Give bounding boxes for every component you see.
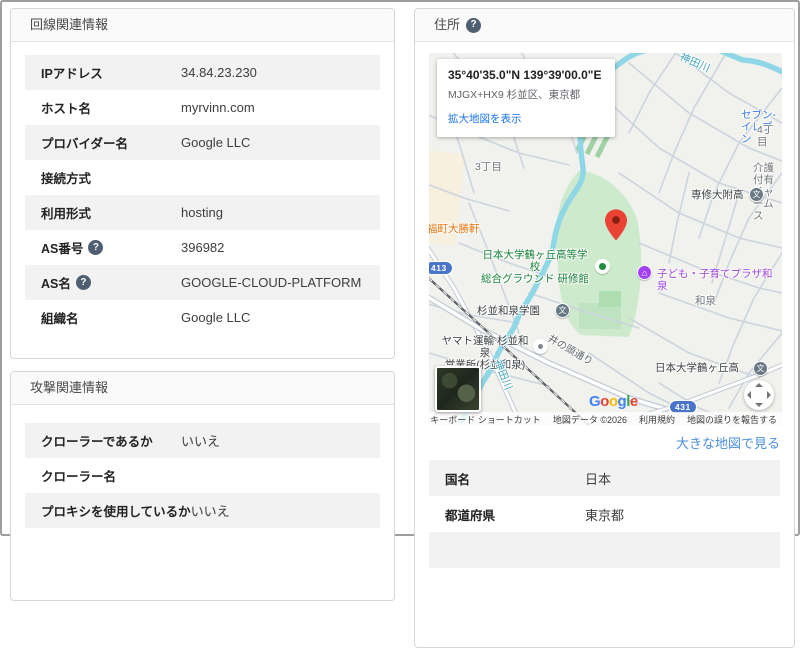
- view-larger-map-link[interactable]: 大きな地図で見る: [429, 433, 780, 452]
- map-label-nichidai-high: 日本大学鶴ヶ丘高: [655, 362, 739, 374]
- pan-right-icon[interactable]: [767, 391, 771, 399]
- prefecture-value: 東京都: [585, 505, 624, 524]
- table-row: 国名 日本: [429, 460, 780, 496]
- row-label: IPアドレス: [41, 63, 103, 82]
- table-row: 接続方式: [25, 160, 380, 195]
- table-row: IPアドレス 34.84.23.230: [25, 55, 380, 90]
- usage-type-value: hosting: [181, 205, 223, 220]
- help-icon[interactable]: ?: [466, 18, 481, 33]
- row-label: 接続方式: [41, 168, 91, 187]
- report-error-link[interactable]: 地図の誤りを報告する: [687, 413, 777, 426]
- table-row: 利用形式 hosting: [25, 195, 380, 230]
- country-value: 日本: [585, 469, 611, 488]
- row-label: プロキシを使用しているか: [41, 501, 191, 520]
- route-badge-413: 413: [429, 261, 453, 275]
- map-label-izumi: 和泉: [695, 295, 716, 307]
- row-label: 国名: [445, 469, 470, 488]
- table-row: 都道府県 東京都: [429, 496, 780, 532]
- is-crawler-value: いいえ: [181, 431, 220, 450]
- attack-info-table: クローラーであるか いいえ クローラー名 プロキシを使用しているか いいえ: [11, 405, 394, 528]
- row-label: プロバイダー名: [41, 133, 128, 152]
- address-panel: 住所 ?: [414, 8, 795, 648]
- pan-left-icon[interactable]: [747, 391, 751, 399]
- attack-info-panel: 攻撃関連情報 クローラーであるか いいえ クローラー名 プロキシを使用しているか…: [10, 371, 395, 601]
- row-label: ホスト名: [41, 98, 91, 117]
- map-attribution-bar: キーボード ショートカット 地図データ ©2026 利用規約 地図の誤りを報告す…: [429, 412, 782, 426]
- provider-value: Google LLC: [181, 135, 250, 150]
- google-map[interactable]: 神田川 セブン-イレブン 4丁目 3丁目 介護付有 チャームス 専修大附高 文 …: [429, 53, 782, 426]
- row-label: クローラー名: [41, 466, 116, 485]
- pan-control[interactable]: [744, 380, 774, 410]
- terms-link[interactable]: 利用規約: [639, 413, 675, 426]
- school-icon: 文: [753, 361, 768, 376]
- table-row: AS番号 ? 396982: [25, 230, 380, 265]
- map-label-3chome: 3丁目: [475, 161, 502, 173]
- uses-proxy-value: いいえ: [191, 501, 230, 520]
- map-label-suginami-izumi-gakuen: 杉並和泉学園: [477, 305, 540, 317]
- table-row: プロキシを使用しているか いいえ: [25, 493, 380, 528]
- plus-code-text: MJGX+HX9 杉並区、東京都: [448, 87, 604, 102]
- table-row: プロバイダー名 Google LLC: [25, 125, 380, 160]
- map-info-card: 35°40'35.0"N 139°39'00.0"E MJGX+HX9 杉並区、…: [437, 59, 615, 137]
- line-info-panel: 回線関連情報 IPアドレス 34.84.23.230 ホスト名 myrvinn.…: [10, 8, 395, 359]
- panel-title: 攻撃関連情報: [30, 372, 108, 404]
- map-label-taishoken: 福町大勝軒: [429, 223, 480, 235]
- school-icon: 文: [749, 187, 764, 202]
- address-table: 国名 日本 都道府県 東京都: [429, 452, 780, 568]
- row-label: 利用形式: [41, 203, 91, 222]
- park-poi-icon: [595, 259, 610, 274]
- attack-info-header: 攻撃関連情報: [11, 372, 394, 405]
- map-label-nichidai-ground: 日本大学鶴ヶ丘高等学校 総合グラウンド 研修館: [479, 249, 591, 285]
- table-row: クローラーであるか いいえ: [25, 423, 380, 458]
- ip-info-page: { "icons": { "help": "?", "school": "文",…: [0, 0, 800, 536]
- help-icon[interactable]: ?: [76, 275, 91, 290]
- pan-down-icon[interactable]: [755, 403, 763, 407]
- pan-up-icon[interactable]: [755, 383, 763, 387]
- satellite-view-toggle[interactable]: [435, 366, 481, 412]
- table-row: クローラー名: [25, 458, 380, 493]
- hostname-value: myrvinn.com: [181, 100, 255, 115]
- table-row: ホスト名 myrvinn.com: [25, 90, 380, 125]
- enlarge-map-link[interactable]: 拡大地図を表示: [448, 111, 522, 126]
- map-pin-icon[interactable]: [605, 209, 627, 241]
- map-label-senshu-high: 専修大附高: [691, 189, 744, 201]
- address-header: 住所 ?: [415, 9, 794, 42]
- help-icon[interactable]: ?: [88, 240, 103, 255]
- table-row: AS名 ? GOOGLE-CLOUD-PLATFORM: [25, 265, 380, 300]
- line-info-table: IPアドレス 34.84.23.230 ホスト名 myrvinn.com プロバ…: [11, 42, 394, 335]
- row-label: 都道府県: [445, 505, 495, 524]
- coordinates-text: 35°40'35.0"N 139°39'00.0"E: [448, 68, 604, 82]
- row-label: AS名: [41, 273, 71, 292]
- as-name-value: GOOGLE-CLOUD-PLATFORM: [181, 275, 361, 290]
- organization-value: Google LLC: [181, 310, 250, 325]
- map-label-4chome: 4丁目: [757, 124, 782, 148]
- school-icon: 文: [555, 303, 570, 318]
- google-logo[interactable]: Google: [589, 393, 638, 410]
- line-info-header: 回線関連情報: [11, 9, 394, 42]
- map-label-kodomo-plaza: 子ども・子育てプラザ和泉: [657, 268, 782, 292]
- keyboard-shortcuts-link[interactable]: キーボード ショートカット: [430, 413, 541, 426]
- child-plaza-icon: ⌂: [637, 265, 652, 280]
- row-label: クローラーであるか: [41, 431, 153, 450]
- table-row: 組織名 Google LLC: [25, 300, 380, 335]
- row-label: 組織名: [41, 308, 79, 327]
- address-body: 神田川 セブン-イレブン 4丁目 3丁目 介護付有 チャームス 専修大附高 文 …: [415, 53, 794, 568]
- table-row: [429, 532, 780, 568]
- panel-title: 住所: [434, 9, 460, 41]
- row-label: AS番号: [41, 238, 83, 257]
- panel-title: 回線関連情報: [30, 9, 108, 41]
- as-number-value: 396982: [181, 240, 224, 255]
- ip-address-value: 34.84.23.230: [181, 65, 257, 80]
- map-data-copyright: 地図データ ©2026: [553, 413, 627, 426]
